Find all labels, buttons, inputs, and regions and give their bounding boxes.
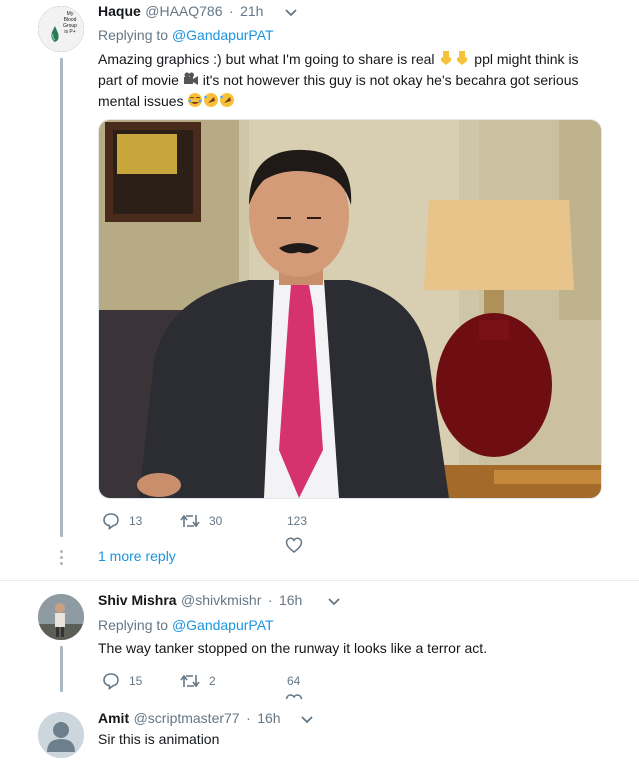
tweet-header: Amit @scriptmaster77 · 16h — [98, 710, 281, 728]
separator: · — [267, 592, 273, 608]
separator: · — [246, 710, 251, 726]
timestamp[interactable]: 21h — [240, 3, 263, 19]
text-line: part of movie — [98, 72, 179, 88]
thread-dots — [60, 550, 63, 565]
avatar-text-line: is P+ — [64, 29, 76, 35]
text-line: Amazing graphics :) but what I'm going t… — [98, 51, 435, 67]
default-profile-icon — [38, 712, 84, 758]
author-handle[interactable]: @HAAQ786 — [145, 3, 222, 19]
timestamp[interactable]: 16h — [279, 592, 302, 608]
reply-icon — [103, 673, 119, 690]
retweet-button[interactable]: 30 — [180, 512, 222, 530]
heart-icon[interactable] — [285, 694, 303, 700]
avatar[interactable] — [38, 594, 84, 640]
tweet-header: Shiv Mishra @shivkmishr · 16h — [98, 592, 302, 610]
retweet-button[interactable]: 2 — [180, 672, 216, 690]
text-line: mental issues — [98, 93, 184, 109]
separator: · — [228, 3, 234, 19]
point-down-emoji — [457, 51, 468, 65]
author-name[interactable]: Amit — [98, 710, 129, 726]
reply-count: 15 — [129, 674, 143, 688]
replying-to: Replying to @GandapurPAT — [98, 617, 274, 633]
tweet-text: The way tanker stopped on the runway it … — [98, 640, 488, 656]
author-handle[interactable]: @scriptmaster77 — [134, 710, 240, 726]
replying-to: Replying to @GandapurPAT — [98, 27, 274, 43]
timestamp[interactable]: 16h — [257, 710, 280, 726]
tweet-text: Amazing graphics :) but what I'm going t… — [98, 49, 598, 112]
reply-button[interactable]: 13 — [102, 512, 142, 530]
replying-label: Replying to — [98, 617, 169, 633]
reply-count: 13 — [129, 514, 143, 528]
replying-label: Replying to — [98, 27, 169, 43]
movie-camera-emoji — [183, 72, 198, 85]
retweet-icon — [180, 514, 200, 528]
thread-line — [60, 58, 63, 537]
retweet-count: 30 — [209, 514, 223, 528]
thread-line — [60, 646, 63, 692]
media-photo — [99, 120, 601, 498]
avatar[interactable]: My Blood Group is P+ — [38, 6, 84, 52]
point-down-emoji — [441, 51, 452, 65]
tweet-media-image[interactable] — [98, 119, 602, 499]
chevron-down-icon[interactable] — [327, 597, 341, 607]
rofl-emoji — [204, 93, 219, 107]
replying-to-mention[interactable]: @GandapurPAT — [172, 617, 274, 633]
reply-button[interactable]: 15 — [102, 672, 142, 690]
avatar-image — [38, 594, 84, 640]
retweet-count: 2 — [209, 674, 216, 688]
tweet-text: Sir this is animation — [98, 731, 220, 747]
reply-icon — [103, 513, 119, 530]
text-line: it's not however this guy is not okay he… — [202, 72, 579, 88]
text-line: ppl might think is — [474, 51, 579, 67]
author-name[interactable]: Shiv Mishra — [98, 592, 177, 608]
heart-icon[interactable] — [285, 536, 303, 554]
author-name[interactable]: Haque — [98, 3, 141, 19]
chevron-down-icon[interactable] — [284, 8, 298, 18]
rofl-emoji — [220, 93, 235, 107]
tweet-header: Haque @HAAQ786 · 21h — [98, 3, 263, 21]
like-count: 123 — [287, 514, 308, 528]
avatar[interactable] — [38, 712, 84, 758]
author-handle[interactable]: @shivkmishr — [181, 592, 261, 608]
chevron-down-icon[interactable] — [300, 715, 314, 725]
like-count: 64 — [287, 674, 301, 688]
replying-to-mention[interactable]: @GandapurPAT — [172, 27, 274, 43]
divider — [0, 580, 639, 581]
more-replies-link[interactable]: 1 more reply — [98, 548, 176, 564]
retweet-icon — [180, 674, 200, 688]
joy-emoji — [188, 93, 203, 107]
